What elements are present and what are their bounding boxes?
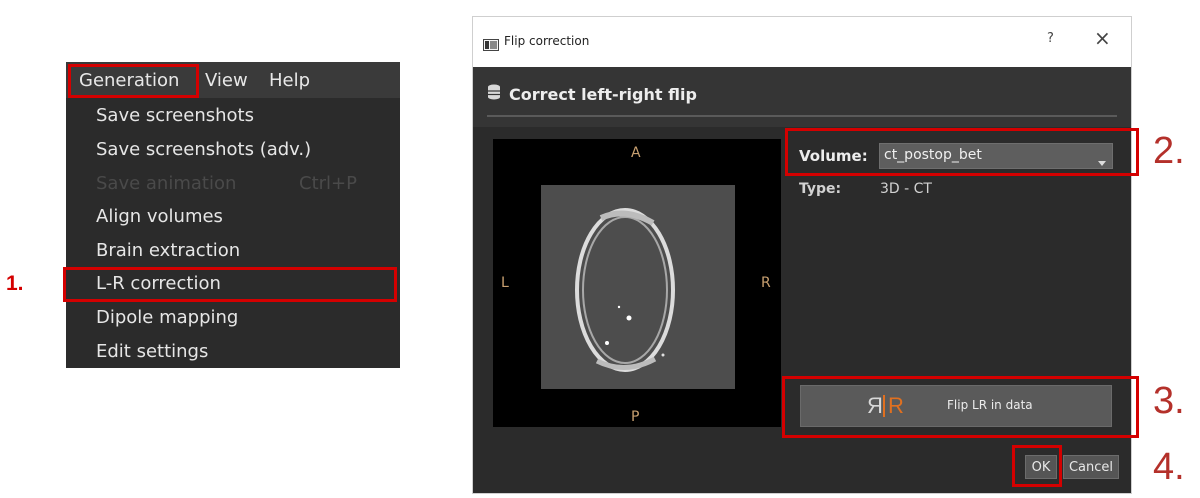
menu-item-align-volumes[interactable]: Align volumes: [96, 202, 223, 232]
step-2-label: 2.: [1153, 130, 1185, 172]
header-title: Correct left-right flip: [509, 85, 697, 104]
close-button[interactable]: ×: [1094, 26, 1111, 50]
menu-item-save-animation: Save animation: [96, 173, 237, 194]
menu-item-edit-settings[interactable]: Edit settings: [96, 337, 208, 367]
step-4-label: 4.: [1153, 446, 1185, 488]
menu-dropdown: Save screenshots Save screenshots (adv.)…: [66, 98, 400, 368]
highlight-generation-menu: [68, 64, 199, 98]
orientation-anterior: A: [631, 145, 641, 161]
orientation-left: L: [501, 275, 509, 291]
step-1-label: 1.: [6, 272, 24, 295]
header-divider: [487, 115, 1117, 117]
highlight-lr-correction: [63, 267, 397, 302]
save-animation-shortcut: Ctrl+P: [299, 173, 357, 194]
dialog-title: Flip correction: [504, 34, 590, 48]
generation-menu: Generation View Help Save screenshots Sa…: [66, 62, 400, 368]
menu-help[interactable]: Help: [269, 68, 310, 94]
menu-item-dipole-mapping[interactable]: Dipole mapping: [96, 303, 238, 333]
highlight-flip-button: [782, 376, 1139, 438]
orientation-right: R: [761, 275, 771, 291]
cancel-button[interactable]: Cancel: [1063, 455, 1119, 479]
type-value: 3D - CT: [880, 181, 932, 197]
menu-item-brain-extraction[interactable]: Brain extraction: [96, 236, 240, 266]
step-3-label: 3.: [1153, 380, 1185, 422]
dialog-titlebar: Flip correction ? ×: [473, 17, 1131, 67]
dialog-header: Correct left-right flip: [473, 67, 1131, 127]
help-button[interactable]: ?: [1047, 31, 1054, 46]
slice-viewer[interactable]: A P L R: [493, 139, 781, 427]
highlight-volume-select: [785, 128, 1139, 176]
orientation-posterior: P: [631, 409, 640, 425]
ct-slice-image: [541, 185, 735, 389]
menu-item-save-screenshots[interactable]: Save screenshots: [96, 101, 254, 131]
highlight-ok-button: [1012, 445, 1062, 487]
menu-item-save-screenshots-adv[interactable]: Save screenshots (adv.): [96, 135, 311, 165]
type-label: Type:: [799, 181, 842, 197]
database-icon: [487, 84, 501, 104]
window-icon: [483, 36, 499, 55]
menu-view[interactable]: View: [205, 68, 248, 94]
